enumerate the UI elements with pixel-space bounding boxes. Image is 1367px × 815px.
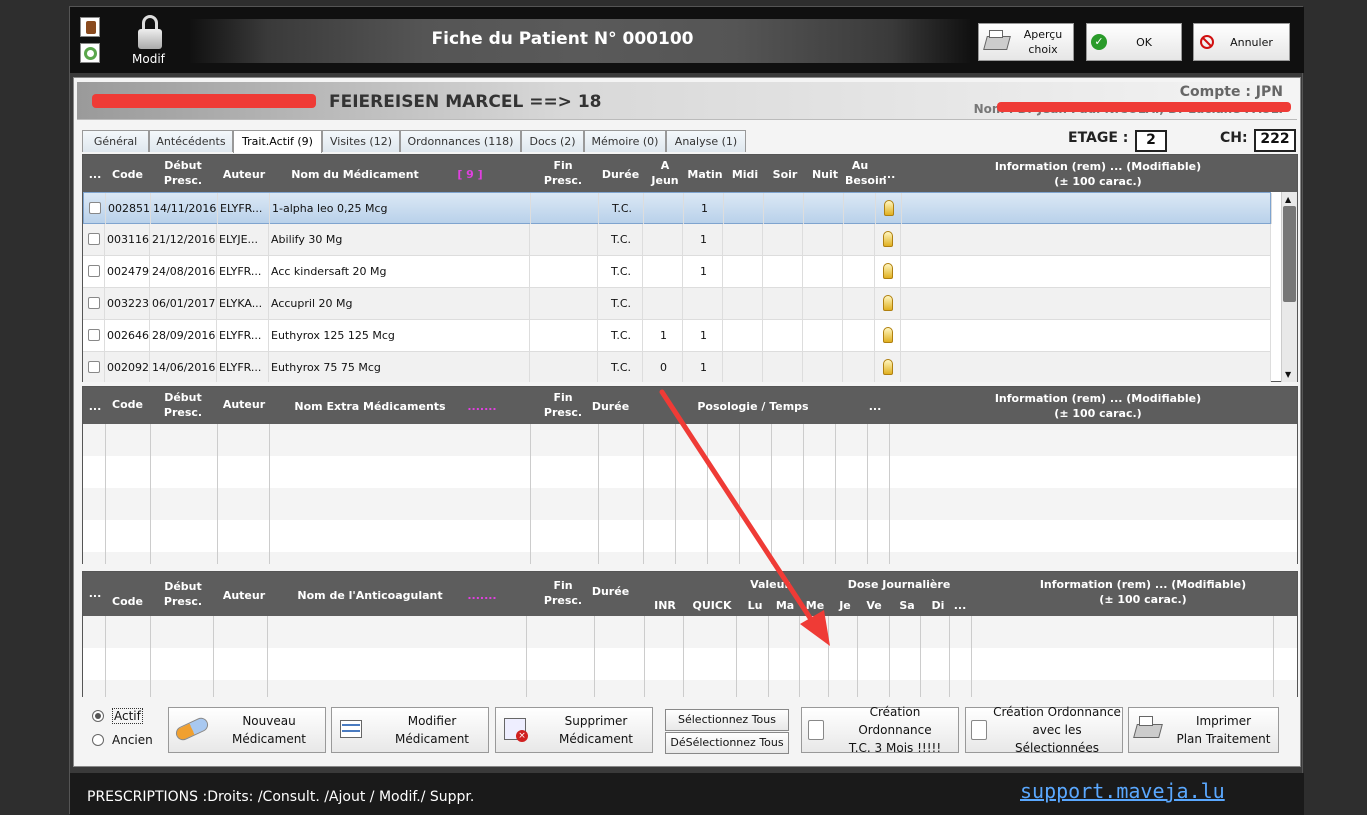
annotation-arrow — [659, 389, 830, 646]
